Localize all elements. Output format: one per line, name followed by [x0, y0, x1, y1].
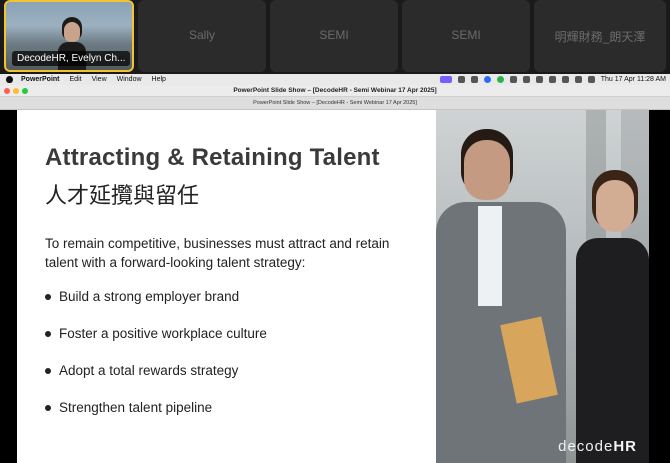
wifi-icon[interactable]: [561, 76, 569, 83]
window-title-bar: PowerPoint Slide Show – [DecodeHR - Semi…: [0, 85, 670, 97]
status-app-icon[interactable]: [483, 76, 491, 83]
participant-tile[interactable]: 明輝財務_朗天澤: [534, 0, 666, 72]
participant-name: 明輝財務_朗天澤: [554, 30, 646, 44]
slide-intro-text: To remain competitive, businesses must a…: [45, 236, 390, 270]
participant-strip: DecodeHR, Evelyn Ch... Sally SEMI SEMI 明…: [0, 0, 670, 74]
volume-icon[interactable]: [522, 76, 530, 83]
window-title: PowerPoint Slide Show – [DecodeHR - Semi…: [233, 87, 437, 94]
menu-edit[interactable]: Edit: [70, 76, 82, 83]
bullet-icon: [45, 294, 51, 300]
participant-name: SEMI: [319, 28, 349, 42]
bullet-icon: [45, 331, 51, 337]
bullet-text: Build a strong employer brand: [59, 289, 240, 304]
participant-tile[interactable]: SEMI: [402, 0, 530, 72]
status-app-icon[interactable]: [457, 76, 465, 83]
participant-tile-video[interactable]: DecodeHR, Evelyn Ch...: [4, 0, 134, 72]
slide-title: Attracting & Retaining Talent: [45, 144, 380, 171]
participant-name: Sally: [188, 28, 215, 42]
slide-photo: decodeHR: [436, 110, 649, 463]
apple-icon[interactable]: [6, 76, 13, 83]
menu-window[interactable]: Window: [117, 76, 142, 83]
photo-woman: [576, 238, 649, 463]
status-app-icon[interactable]: [470, 76, 478, 83]
slide[interactable]: Attracting & Retaining Talent 人才延攬與留任 To…: [17, 110, 649, 463]
menu-help[interactable]: Help: [152, 76, 166, 83]
menu-clock[interactable]: Thu 17 Apr 11:28 AM: [601, 76, 666, 83]
bullet-item: Strengthen talent pipeline: [45, 400, 267, 437]
bullet-item: Foster a positive workplace culture: [45, 326, 267, 363]
logo-suffix: HR: [613, 438, 637, 455]
logo-prefix: decode: [558, 438, 614, 455]
control-center-icon[interactable]: [587, 76, 595, 83]
battery-icon[interactable]: [509, 76, 517, 83]
participant-name: DecodeHR, Evelyn Ch...: [12, 51, 131, 66]
bullet-text: Foster a positive workplace culture: [59, 326, 267, 341]
search-icon[interactable]: [574, 76, 582, 83]
window-tab[interactable]: PowerPoint Slide Show – [DecodeHR - Semi…: [0, 100, 670, 106]
participant-name: SEMI: [451, 28, 481, 42]
screen-share-icon[interactable]: [439, 76, 452, 83]
bullet-icon: [45, 368, 51, 374]
decodehr-logo: decodeHR: [558, 438, 637, 455]
bullet-icon: [45, 405, 51, 411]
participant-tile[interactable]: SEMI: [270, 0, 398, 72]
slide-bullet-list: Build a strong employer brand Foster a p…: [45, 289, 267, 437]
slide-show-area: Attracting & Retaining Talent 人才延攬與留任 To…: [0, 110, 670, 463]
status-app-icon[interactable]: [496, 76, 504, 83]
keyboard-input-icon[interactable]: [535, 76, 543, 83]
participant-tile[interactable]: Sally: [138, 0, 266, 72]
bullet-text: Strengthen talent pipeline: [59, 400, 213, 415]
bullet-text: Adopt a total rewards strategy: [59, 363, 239, 378]
mac-menu-bar: PowerPoint Edit View Window Help Thu 17 …: [0, 74, 670, 85]
bluetooth-icon[interactable]: [548, 76, 556, 83]
menu-app-name[interactable]: PowerPoint: [21, 76, 60, 83]
bullet-item: Adopt a total rewards strategy: [45, 363, 267, 400]
bullet-item: Build a strong employer brand: [45, 289, 267, 326]
slide-title-chinese: 人才延攬與留任: [45, 184, 200, 209]
menu-view[interactable]: View: [92, 76, 107, 83]
window-tab-bar: PowerPoint Slide Show – [DecodeHR - Semi…: [0, 97, 670, 110]
menu-status-area: Thu 17 Apr 11:28 AM: [439, 74, 666, 85]
